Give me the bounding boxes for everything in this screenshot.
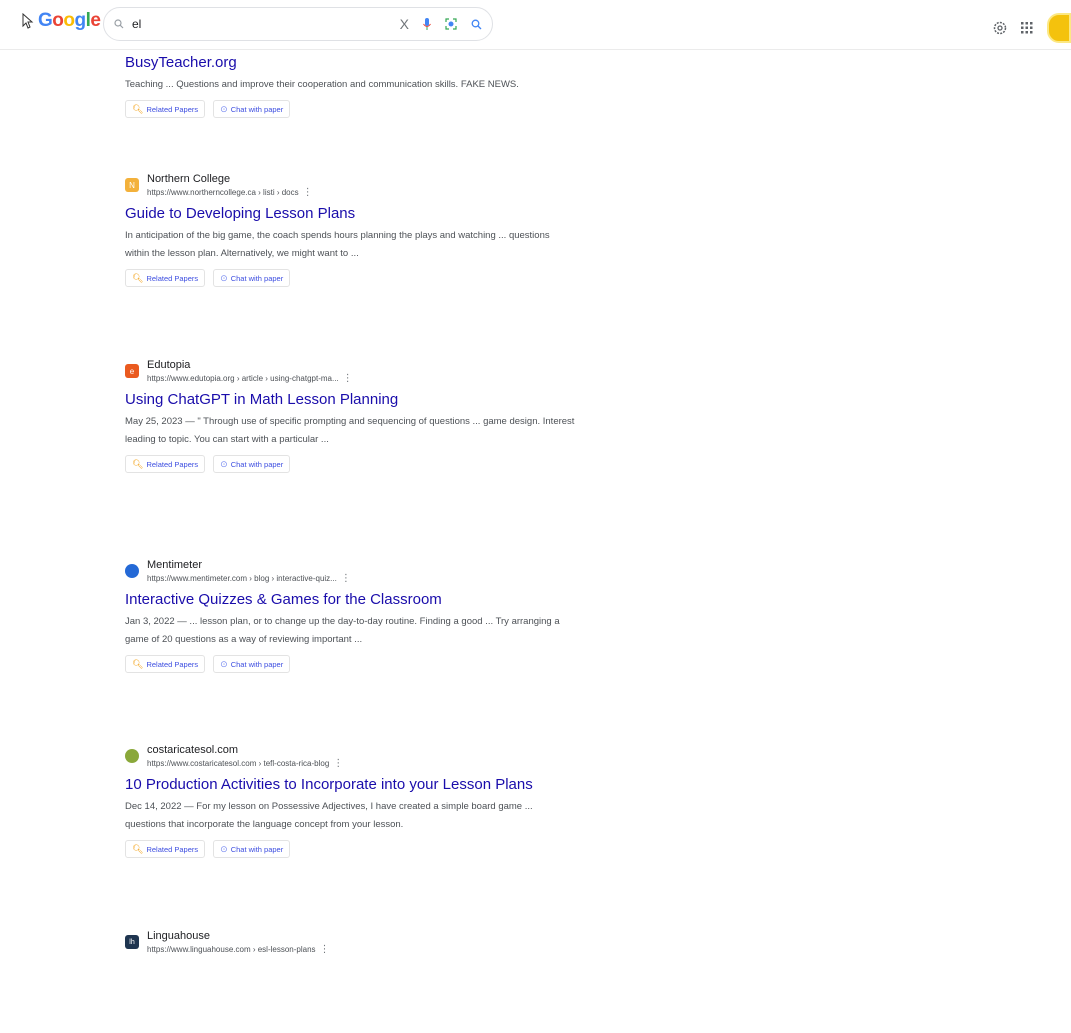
result-snippet: Teaching ... Questions and improve their… xyxy=(125,79,519,90)
search-header: Google el X xyxy=(0,0,1071,50)
avatar[interactable] xyxy=(1047,13,1071,43)
search-icon: 🔍︎ xyxy=(132,458,144,469)
more-options-icon[interactable]: ⋮ xyxy=(343,373,353,384)
result-title[interactable]: BusyTeacher.org xyxy=(125,52,575,74)
result-source[interactable]: costaricatesol.com https://www.costarica… xyxy=(125,743,575,770)
chip-label: Related Papers xyxy=(146,104,199,114)
chip-label: Related Papers xyxy=(146,273,199,283)
result-source[interactable]: Mentimeter https://www.mentimeter.com › … xyxy=(125,558,575,585)
result-source[interactable]: lh Linguahouse https://www.linguahouse.c… xyxy=(125,929,575,956)
result-chips: 🔍︎ Related Papers ⊙ Chat with paper xyxy=(125,455,575,473)
chip-label: Chat with paper xyxy=(230,459,284,469)
search-result: Mentimeter https://www.mentimeter.com › … xyxy=(125,558,575,743)
result-chips: 🔍︎ Related Papers ⊙ Chat with paper xyxy=(125,655,575,673)
site-name: Mentimeter xyxy=(147,559,203,571)
site-url: https://www.mentimeter.com › blog › inte… xyxy=(147,573,351,584)
result-title[interactable]: Guide to Developing Lesson Plans xyxy=(125,203,575,225)
chip-label: Related Papers xyxy=(146,844,199,854)
chat-with-paper-button[interactable]: ⊙ Chat with paper xyxy=(213,655,291,673)
result-source[interactable]: e Edutopia https://www.edutopia.org › ar… xyxy=(125,358,575,385)
related-papers-button[interactable]: 🔍︎ Related Papers xyxy=(125,840,206,858)
search-input[interactable]: el xyxy=(132,17,400,31)
site-favicon: N xyxy=(125,178,139,192)
result-chips: 🔍︎ Related Papers ⊙ Chat with paper xyxy=(125,269,575,287)
chip-label: Related Papers xyxy=(146,659,199,669)
logo-area: Google xyxy=(22,10,101,32)
more-options-icon[interactable]: ⋮ xyxy=(303,187,313,198)
site-name: Edutopia xyxy=(147,359,191,371)
chip-label: Chat with paper xyxy=(230,104,284,114)
search-icon: 🔍︎ xyxy=(132,658,144,669)
search-icon: 🔍︎ xyxy=(132,103,144,114)
chip-label: Chat with paper xyxy=(230,273,284,283)
results-list: BusyTeacher.org Teaching ... Questions a… xyxy=(125,52,575,979)
result-snippet: In anticipation of the big game, the coa… xyxy=(125,230,550,259)
site-name: Northern College xyxy=(147,173,231,185)
chat-icon: ⊙ xyxy=(220,272,228,283)
result-snippet: May 25, 2023 — " Through use of specific… xyxy=(125,416,575,445)
chip-label: Chat with paper xyxy=(230,659,284,669)
cursor-icon xyxy=(22,13,34,29)
search-result: BusyTeacher.org Teaching ... Questions a… xyxy=(125,52,575,172)
result-chips: 🔍︎ Related Papers ⊙ Chat with paper xyxy=(125,840,575,858)
more-options-icon[interactable]: ⋮ xyxy=(341,573,351,584)
search-result: e Edutopia https://www.edutopia.org › ar… xyxy=(125,358,575,558)
search-result: N Northern College https://www.northernc… xyxy=(125,172,575,358)
result-title[interactable]: Using ChatGPT in Math Lesson Planning xyxy=(125,389,575,411)
result-title[interactable]: 10 Production Activities to Incorporate … xyxy=(125,774,575,796)
more-options-icon[interactable]: ⋮ xyxy=(320,944,330,955)
settings-icon[interactable] xyxy=(993,21,1007,35)
chat-with-paper-button[interactable]: ⊙ Chat with paper xyxy=(213,100,291,118)
clear-icon[interactable]: X xyxy=(400,16,409,32)
header-right xyxy=(993,13,1071,43)
search-icon: 🔍︎ xyxy=(132,843,144,854)
site-url: https://www.edutopia.org › article › usi… xyxy=(147,373,353,384)
chat-with-paper-button[interactable]: ⊙ Chat with paper xyxy=(213,269,291,287)
search-result: lh Linguahouse https://www.linguahouse.c… xyxy=(125,929,575,979)
result-source[interactable]: N Northern College https://www.northernc… xyxy=(125,172,575,199)
chip-label: Chat with paper xyxy=(230,844,284,854)
search-result: costaricatesol.com https://www.costarica… xyxy=(125,743,575,929)
mic-icon[interactable] xyxy=(423,17,431,31)
result-chips: 🔍︎ Related Papers ⊙ Chat with paper xyxy=(125,100,575,118)
site-url: https://www.linguahouse.com › esl-lesson… xyxy=(147,944,330,955)
search-icon xyxy=(114,19,124,29)
search-icon: 🔍︎ xyxy=(132,272,144,283)
result-snippet: Dec 14, 2022 — For my lesson on Possessi… xyxy=(125,801,533,830)
google-logo[interactable]: Google xyxy=(38,10,101,32)
camera-icon[interactable] xyxy=(445,18,457,30)
result-title[interactable]: Interactive Quizzes & Games for the Clas… xyxy=(125,589,575,611)
site-favicon: lh xyxy=(125,935,139,949)
more-options-icon[interactable]: ⋮ xyxy=(333,758,343,769)
chat-icon: ⊙ xyxy=(220,458,228,469)
chat-icon: ⊙ xyxy=(220,843,228,854)
chat-icon: ⊙ xyxy=(220,103,228,114)
apps-icon[interactable] xyxy=(1021,22,1033,34)
related-papers-button[interactable]: 🔍︎ Related Papers xyxy=(125,455,206,473)
site-favicon: e xyxy=(125,364,139,378)
site-name: costaricatesol.com xyxy=(147,744,239,756)
chat-icon: ⊙ xyxy=(220,658,228,669)
search-box[interactable]: el X xyxy=(103,7,493,41)
chip-label: Related Papers xyxy=(146,459,199,469)
site-name: Linguahouse xyxy=(147,930,211,942)
site-url: https://www.northerncollege.ca › listi ›… xyxy=(147,187,313,198)
chat-with-paper-button[interactable]: ⊙ Chat with paper xyxy=(213,840,291,858)
site-favicon xyxy=(125,749,139,763)
search-submit-icon[interactable] xyxy=(471,19,482,30)
result-snippet: Jan 3, 2022 — ... lesson plan, or to cha… xyxy=(125,616,560,645)
related-papers-button[interactable]: 🔍︎ Related Papers xyxy=(125,269,206,287)
chat-with-paper-button[interactable]: ⊙ Chat with paper xyxy=(213,455,291,473)
related-papers-button[interactable]: 🔍︎ Related Papers xyxy=(125,100,206,118)
related-papers-button[interactable]: 🔍︎ Related Papers xyxy=(125,655,206,673)
site-favicon xyxy=(125,564,139,578)
site-url: https://www.costaricatesol.com › tefl-co… xyxy=(147,758,344,769)
